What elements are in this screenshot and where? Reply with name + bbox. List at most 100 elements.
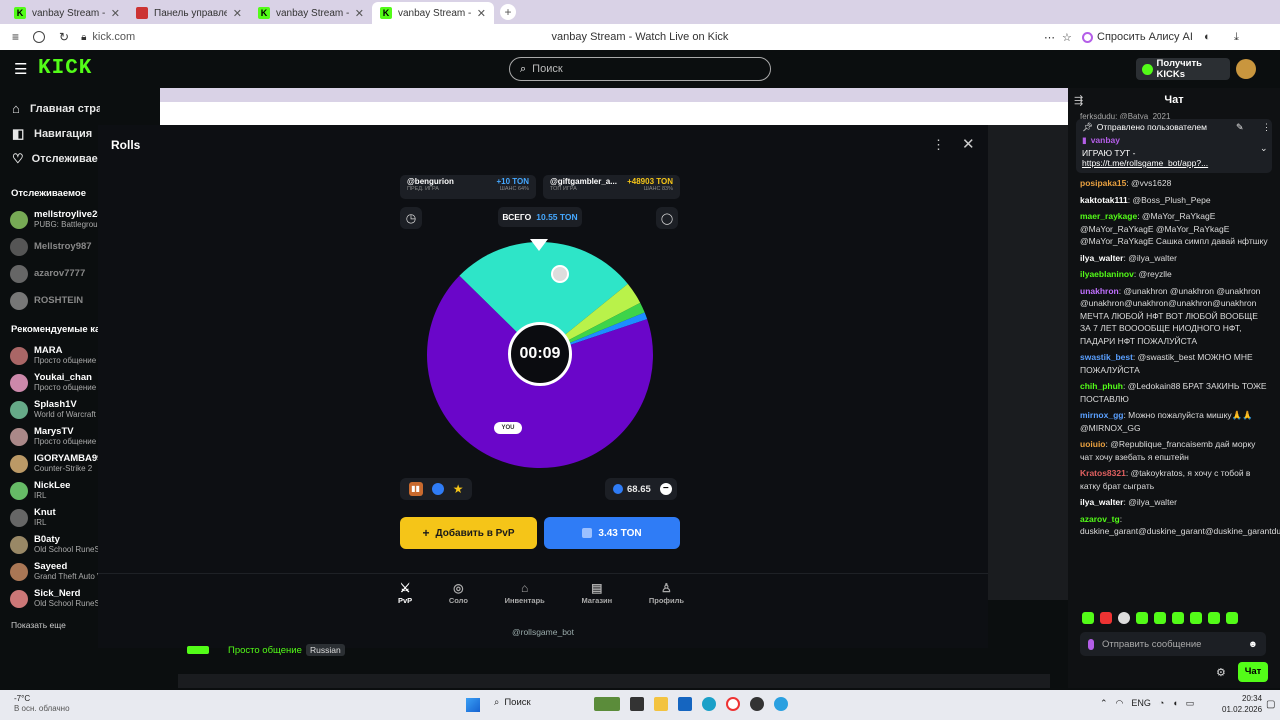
yandex-home-icon[interactable] (33, 31, 46, 43)
stream-language-tag[interactable]: Russian (306, 644, 345, 656)
emote-icon[interactable] (1136, 612, 1148, 624)
channel-item[interactable]: ROSHTEIN (0, 287, 100, 314)
more-menu-icon[interactable]: ⋮ (932, 137, 945, 153)
chat-username[interactable]: mirnox_gg (1080, 410, 1123, 420)
minus-button[interactable]: − (659, 483, 672, 495)
tab-close-icon[interactable]: ✕ (111, 7, 120, 20)
keyboard-lang[interactable]: ENG (1131, 698, 1151, 709)
alice-button[interactable]: Спросить Алису AI (1082, 31, 1193, 43)
get-kicks-button[interactable]: Получить KICKs (1136, 58, 1230, 80)
emote-icon[interactable] (1082, 612, 1094, 624)
mic-icon[interactable] (1088, 638, 1094, 650)
expand-pinned-icon[interactable]: ⌄ (1260, 143, 1268, 154)
chat-username[interactable]: kaktotak111 (1080, 195, 1128, 205)
gift-icon[interactable]: ▮▮ (408, 482, 423, 496)
unpin-icon[interactable]: ✎ (1236, 122, 1244, 133)
chat-username[interactable]: azarov_tg (1080, 514, 1120, 524)
channel-item[interactable]: Youkai_chan Просто общение (0, 369, 100, 396)
wifi-icon[interactable]: ◠ (1116, 698, 1124, 709)
volume-icon[interactable]: ◖ (1172, 698, 1177, 709)
browser-tab[interactable]: Kvanbay Stream - Watch Liv ✕ (6, 2, 128, 24)
bottom-nav-item[interactable]: ⌂ Инвентарь (505, 581, 545, 611)
network-icon[interactable]: ◔ (1159, 698, 1164, 709)
pinned-menu-icon[interactable]: ⋮ (1262, 122, 1271, 133)
emote-icon[interactable] (1118, 612, 1130, 624)
browser-tab[interactable]: Kvanbay Stream - Watch Liv ✕ (372, 2, 494, 24)
reload-icon[interactable]: ↻ (59, 30, 69, 44)
chat-settings-icon[interactable]: ⚙ (1216, 666, 1226, 679)
telegram-icon[interactable] (774, 697, 788, 711)
channel-item[interactable]: IGORYAMBA99 Counter-Strike 2 (0, 450, 100, 477)
emote-icon[interactable] (1226, 612, 1238, 624)
chat-username[interactable]: uoiuio (1080, 439, 1106, 449)
search-input[interactable]: ⌕ Поиск (509, 57, 771, 81)
bet-amount-field[interactable]: 68.65 − (605, 478, 677, 500)
store-icon[interactable] (678, 697, 692, 711)
kick-logo[interactable]: KICK (38, 57, 92, 80)
menu-icon[interactable]: ≡ (12, 30, 19, 44)
channel-item[interactable]: Sayeed Grand Theft Auto V (0, 558, 100, 585)
pinned-link[interactable]: https://t.me/rollsgame_bot/app?... (1082, 158, 1266, 168)
tray-chevron-icon[interactable]: ⌃ (1100, 698, 1108, 709)
chat-username[interactable]: Kratos8321 (1080, 468, 1126, 478)
battery-icon[interactable]: ▭ (1186, 698, 1195, 709)
browser-tab[interactable]: Панель управления - Don ✕ (128, 2, 250, 24)
channel-item[interactable]: mellstroylive28PUBG: Battlegrounds (0, 206, 100, 233)
emoji-icon[interactable]: ☻ (1248, 639, 1258, 650)
tab-close-icon[interactable]: ✕ (355, 7, 364, 20)
channel-item[interactable]: MarysTV Просто общение (0, 423, 100, 450)
stake-button[interactable]: 3.43 TON (544, 517, 680, 549)
chat-username[interactable]: maer_raykage (1080, 211, 1137, 221)
yandex-browser-icon[interactable] (726, 697, 740, 711)
obs-icon[interactable] (750, 697, 764, 711)
bottom-nav-item[interactable]: ♙ Профиль (649, 581, 684, 611)
emote-icon[interactable] (1154, 612, 1166, 624)
chat-username[interactable]: ilya_walter (1080, 253, 1123, 263)
windows-start-icon[interactable] (466, 698, 480, 712)
tab-close-icon[interactable]: ✕ (233, 7, 242, 20)
sidebar-nav-item[interactable]: ◧ Навигация (0, 121, 100, 146)
chat-username[interactable]: unakhron (1080, 286, 1119, 296)
chat-bubble-button[interactable]: ◯ (656, 207, 678, 229)
taskbar-search[interactable]: ⌕ Поиск (494, 697, 531, 708)
add-pvp-button[interactable]: + Добавить в PvP (400, 517, 537, 549)
emote-icon[interactable] (1208, 612, 1220, 624)
send-chat-button[interactable]: Чат (1238, 662, 1268, 682)
url-text[interactable]: kick.com (92, 31, 135, 43)
bookmark-icon[interactable]: ☆ (1062, 31, 1072, 44)
close-icon[interactable]: ✕ (962, 135, 975, 153)
tab-close-icon[interactable]: ✕ (477, 7, 486, 20)
clock[interactable]: 20:34 01.02.2026 (1222, 693, 1262, 715)
file-explorer-icon[interactable] (654, 697, 668, 711)
sidebar-nav-item[interactable]: ⌂ Главная страница (0, 96, 100, 121)
channel-item[interactable]: B0atyOld School RuneScape (0, 531, 100, 558)
channel-item[interactable]: Mellstroy987 (0, 233, 100, 260)
history-button[interactable]: ◷ (400, 207, 422, 229)
task-view-icon[interactable] (630, 697, 644, 711)
edge-icon[interactable] (702, 697, 716, 711)
channel-item[interactable]: Splash1V World of Warcraft (0, 396, 100, 423)
download-icon[interactable]: ⤓ (1234, 31, 1239, 44)
channel-item[interactable]: MARA Просто общение (0, 342, 100, 369)
user-avatar[interactable] (1236, 59, 1256, 79)
browser-tab[interactable]: Kvanbay Stream - Kick Dash ✕ (250, 2, 372, 24)
chat-username[interactable]: swastik_best (1080, 352, 1133, 362)
hamburger-icon[interactable]: ☰ (14, 60, 27, 78)
widgets-icon[interactable] (594, 697, 620, 711)
channel-item[interactable]: Sick_NerdOld School RuneScape (0, 585, 100, 612)
channel-item[interactable]: NickLee IRL (0, 477, 100, 504)
emote-icon[interactable] (1190, 612, 1202, 624)
bottom-nav-item[interactable]: ◎ Соло (449, 581, 468, 611)
sound-icon[interactable]: ◐ (1204, 31, 1211, 43)
star-icon[interactable]: ★ (453, 482, 464, 496)
channel-item[interactable]: azarov7777 (0, 260, 100, 287)
chat-input[interactable]: Отправить сообщение ☻ (1080, 632, 1266, 656)
notifications-icon[interactable]: ▢ (1266, 699, 1275, 710)
bottom-nav-item[interactable]: ▤ Магазин (581, 581, 612, 611)
stream-category[interactable]: Просто общение (228, 645, 302, 656)
show-more-link[interactable]: Показать еще (0, 620, 100, 630)
chat-username[interactable]: ilyaeblaninov (1080, 269, 1134, 279)
chat-username[interactable]: chih_phuh (1080, 381, 1123, 391)
chat-username[interactable]: ilya_walter (1080, 497, 1123, 507)
more-dots-icon[interactable]: ⋯ (1044, 31, 1055, 44)
